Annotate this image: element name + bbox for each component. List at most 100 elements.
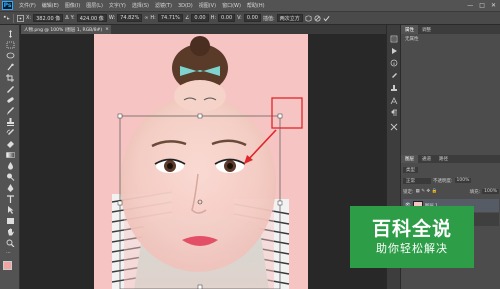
watermark-badge: 百科全说 助你轻松解决 bbox=[350, 206, 474, 268]
document-tab-title: 人物.png @ 100% (图层 1, RGB/8#) bbox=[24, 27, 103, 33]
gradient-icon bbox=[5, 151, 15, 158]
height-field[interactable]: 74.71% bbox=[157, 14, 183, 22]
menu-file[interactable]: 文件(F) bbox=[16, 2, 39, 9]
menu-image[interactable]: 图像(I) bbox=[62, 2, 83, 9]
y-label: Y: bbox=[70, 15, 75, 21]
width-field[interactable]: 74.82% bbox=[117, 14, 143, 22]
x-field[interactable]: 382.00 像 bbox=[33, 14, 64, 22]
fill-field[interactable]: 100% bbox=[482, 189, 499, 194]
properties-tabs: 属性 调整 bbox=[401, 25, 500, 34]
tab-channels[interactable]: 通道 bbox=[418, 155, 435, 163]
character-icon[interactable] bbox=[390, 97, 398, 105]
shape-tool[interactable] bbox=[5, 216, 15, 225]
dodge-icon bbox=[6, 173, 14, 181]
tab-paths[interactable]: 路径 bbox=[435, 155, 452, 163]
clone-source-icon[interactable] bbox=[390, 85, 398, 93]
commit-icon[interactable] bbox=[323, 15, 330, 22]
v-skew-field[interactable]: 0.00 bbox=[243, 14, 261, 22]
tab-properties[interactable]: 属性 bbox=[401, 25, 418, 34]
kind-filter-select[interactable]: 类型 bbox=[403, 166, 418, 173]
reference-point-icon[interactable] bbox=[17, 14, 24, 22]
info-icon[interactable] bbox=[390, 59, 398, 67]
menu-layer[interactable]: 图层(L) bbox=[83, 2, 106, 9]
type-tool[interactable] bbox=[5, 194, 15, 203]
zoom-icon bbox=[6, 239, 14, 247]
cancel-icon[interactable] bbox=[314, 15, 321, 22]
chain-icon[interactable]: ∞ bbox=[144, 15, 148, 21]
move-icon bbox=[8, 29, 12, 38]
document-tab-bar: 人物.png @ 100% (图层 1, RGB/8#) × bbox=[21, 25, 386, 34]
menu-help[interactable]: 帮助(H) bbox=[244, 2, 268, 9]
minimize-button[interactable]: — bbox=[467, 2, 473, 9]
healing-tool[interactable] bbox=[5, 95, 15, 104]
layers-filter-row: 类型 bbox=[403, 165, 499, 174]
y-field[interactable]: 424.00 像 bbox=[76, 14, 107, 22]
marquee-tool[interactable] bbox=[5, 40, 15, 49]
photoshop-window: Ps 文件(F) 编辑(E) 图像(I) 图层(L) 文字(Y) 选择(S) 滤… bbox=[0, 0, 500, 289]
blur-tool[interactable] bbox=[5, 161, 15, 170]
type-icon bbox=[6, 194, 14, 203]
actions-icon[interactable] bbox=[390, 47, 398, 55]
portrait-artwork bbox=[111, 36, 303, 289]
canvas-area[interactable] bbox=[21, 34, 386, 289]
lock-row: 锁定: ▦ ✎ ✥ 🔒 填充: 100% bbox=[403, 187, 499, 196]
history-brush-tool[interactable] bbox=[5, 128, 15, 137]
tab-layers[interactable]: 图层 bbox=[401, 155, 418, 163]
ps-logo: Ps bbox=[2, 1, 13, 10]
menu-filter[interactable]: 滤镜(T) bbox=[152, 2, 175, 9]
brush-tool[interactable] bbox=[5, 106, 15, 115]
pen-tool[interactable] bbox=[5, 183, 15, 192]
h-skew-field[interactable]: 0.00 bbox=[218, 14, 236, 22]
h-skew-label: H: bbox=[210, 15, 217, 21]
more-tools-icon[interactable]: ··· bbox=[6, 250, 11, 256]
menu-select[interactable]: 选择(S) bbox=[129, 2, 152, 9]
brush-presets-icon[interactable] bbox=[390, 73, 398, 81]
blend-mode-select[interactable]: 正常 bbox=[403, 177, 431, 184]
x-label: X: bbox=[26, 15, 32, 21]
tab-adjustments[interactable]: 调整 bbox=[418, 25, 435, 34]
layers-tabs: 图层 通道 路径 bbox=[401, 155, 500, 163]
crop-icon bbox=[5, 73, 14, 82]
window-controls: — □ ✕ bbox=[467, 2, 500, 9]
lasso-tool[interactable] bbox=[5, 51, 15, 60]
menu-type[interactable]: 文字(Y) bbox=[106, 2, 129, 9]
zoom-tool[interactable] bbox=[5, 238, 15, 247]
paragraph-icon[interactable] bbox=[390, 109, 398, 117]
menu-window[interactable]: 窗口(W) bbox=[219, 2, 244, 9]
dodge-tool[interactable] bbox=[5, 172, 15, 181]
tools-preset-icon[interactable] bbox=[390, 123, 398, 131]
move-tool[interactable] bbox=[5, 29, 15, 38]
close-tab-button[interactable]: × bbox=[105, 27, 109, 32]
link-icon[interactable]: Δ bbox=[65, 15, 68, 21]
hand-tool[interactable] bbox=[5, 227, 15, 236]
crop-tool[interactable] bbox=[5, 73, 15, 82]
path-select-tool[interactable] bbox=[5, 205, 15, 214]
move-tool-preset-icon[interactable] bbox=[3, 14, 10, 22]
foreground-color-swatch[interactable] bbox=[3, 261, 12, 270]
options-bar: X: 382.00 像 Δ Y: 424.00 像 W: 74.82% ∞ H:… bbox=[0, 11, 500, 25]
eyedropper-icon bbox=[6, 85, 14, 93]
gradient-tool[interactable] bbox=[5, 150, 15, 159]
lock-icons[interactable]: ▦ ✎ ✥ 🔒 bbox=[416, 189, 438, 194]
warp-icon[interactable] bbox=[305, 15, 312, 22]
history-icon[interactable] bbox=[390, 35, 398, 43]
w-label: W: bbox=[108, 15, 116, 21]
maximize-button[interactable]: □ bbox=[479, 2, 485, 9]
shape-icon bbox=[6, 217, 14, 224]
menu-3d[interactable]: 3D(D) bbox=[175, 3, 196, 9]
quick-select-tool[interactable] bbox=[5, 62, 15, 71]
eraser-tool[interactable] bbox=[5, 139, 15, 148]
eyedropper-tool[interactable] bbox=[5, 84, 15, 93]
opacity-field[interactable]: 100% bbox=[454, 178, 472, 183]
angle-field[interactable]: 0.00 bbox=[191, 14, 209, 22]
photo-canvas[interactable] bbox=[94, 34, 308, 289]
interpolation-label: 插值: bbox=[263, 15, 275, 22]
close-button[interactable]: ✕ bbox=[491, 2, 496, 9]
watermark-subtitle: 助你轻松解决 bbox=[376, 242, 448, 255]
menu-edit[interactable]: 编辑(E) bbox=[39, 2, 62, 9]
interpolation-select[interactable]: 两次立方 bbox=[276, 14, 303, 22]
tools-panel: ··· bbox=[0, 25, 20, 289]
menu-view[interactable]: 视图(V) bbox=[196, 2, 219, 9]
stamp-tool[interactable] bbox=[5, 117, 15, 126]
document-tab[interactable]: 人物.png @ 100% (图层 1, RGB/8#) × bbox=[21, 25, 111, 34]
